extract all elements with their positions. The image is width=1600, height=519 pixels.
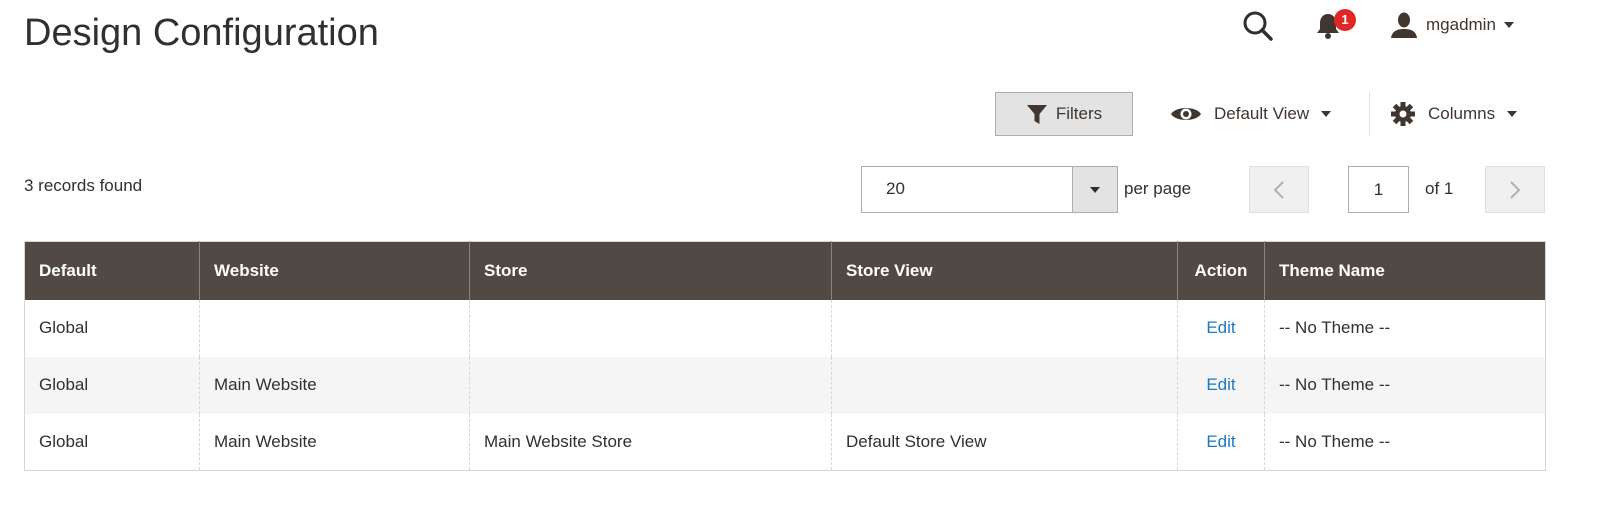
cell-store bbox=[469, 356, 832, 414]
columns-dropdown[interactable]: Columns bbox=[1390, 98, 1518, 130]
total-pages: of 1 bbox=[1425, 179, 1454, 198]
cell-theme-name: -- No Theme -- bbox=[1264, 299, 1546, 357]
cell-action: Edit bbox=[1177, 356, 1265, 414]
gear-icon bbox=[1390, 101, 1416, 127]
table-row: Global Edit -- No Theme -- bbox=[25, 299, 1546, 357]
column-header-theme-name[interactable]: Theme Name bbox=[1264, 241, 1546, 300]
cell-default: Global bbox=[39, 431, 89, 451]
cell-website: Main Website bbox=[199, 356, 470, 414]
grid-header-row: Default Website Store Store View Action … bbox=[24, 241, 1546, 300]
chevron-down-icon bbox=[1507, 111, 1518, 117]
per-page-select[interactable]: 20 bbox=[861, 166, 1118, 213]
column-header-website[interactable]: Website bbox=[199, 241, 470, 300]
cell-store-view bbox=[831, 299, 1178, 357]
user-icon bbox=[1390, 12, 1418, 38]
cell-website: Main Website bbox=[199, 413, 470, 471]
per-page-toggle[interactable] bbox=[1072, 167, 1117, 212]
edit-link[interactable]: Edit bbox=[1206, 432, 1235, 451]
next-page-button[interactable] bbox=[1485, 166, 1545, 213]
default-view-dropdown[interactable]: Default View bbox=[1170, 98, 1332, 130]
view-label: Default View bbox=[1214, 104, 1310, 123]
notification-badge[interactable]: 1 bbox=[1334, 9, 1356, 31]
chevron-down-icon bbox=[1321, 111, 1332, 117]
cell-store: Main Website Store bbox=[469, 413, 832, 471]
column-header-default[interactable]: Default bbox=[24, 241, 200, 300]
user-menu[interactable]: mgadmin bbox=[1390, 12, 1514, 38]
toolbar-divider bbox=[1369, 92, 1370, 136]
cell-default: Global bbox=[39, 318, 89, 337]
cell-store-view bbox=[831, 356, 1178, 414]
cell-store bbox=[469, 299, 832, 357]
cell-action: Edit bbox=[1177, 413, 1265, 471]
previous-page-button[interactable] bbox=[1249, 166, 1309, 213]
filters-label: Filters bbox=[1055, 104, 1103, 123]
per-page-value: 20 bbox=[886, 179, 905, 198]
username: mgadmin bbox=[1426, 15, 1496, 34]
chevron-down-icon bbox=[1503, 22, 1514, 28]
chevron-left-icon bbox=[1273, 180, 1284, 199]
cell-website bbox=[199, 299, 470, 357]
design-config-grid: Default Website Store Store View Action … bbox=[24, 241, 1546, 471]
columns-label: Columns bbox=[1428, 104, 1496, 123]
search-icon[interactable] bbox=[1242, 10, 1274, 42]
column-header-store[interactable]: Store bbox=[469, 241, 832, 300]
page-number-input[interactable]: 1 bbox=[1348, 166, 1409, 213]
eye-icon bbox=[1170, 104, 1202, 124]
cell-action: Edit bbox=[1177, 299, 1265, 357]
table-row: Global Main Website Main Website Store D… bbox=[25, 413, 1546, 471]
table-row: Global Main Website Edit -- No Theme -- bbox=[24, 356, 1546, 414]
filters-button[interactable]: Filters bbox=[995, 92, 1133, 136]
cell-theme-name: -- No Theme -- bbox=[1264, 413, 1546, 471]
chevron-right-icon bbox=[1510, 180, 1521, 199]
cell-theme-name: -- No Theme -- bbox=[1264, 356, 1546, 414]
per-page-label: per page bbox=[1124, 179, 1192, 198]
filter-icon bbox=[1026, 103, 1048, 125]
edit-link[interactable]: Edit bbox=[1206, 318, 1235, 337]
column-header-action: Action bbox=[1177, 241, 1265, 300]
column-header-store-view[interactable]: Store View bbox=[831, 241, 1178, 300]
cell-store-view: Default Store View bbox=[831, 413, 1178, 471]
records-count: 3 records found bbox=[24, 176, 143, 195]
page-title: Design Configuration bbox=[24, 12, 379, 54]
chevron-down-icon bbox=[1090, 186, 1100, 193]
cell-default: Global bbox=[24, 356, 200, 414]
edit-link[interactable]: Edit bbox=[1206, 375, 1235, 394]
